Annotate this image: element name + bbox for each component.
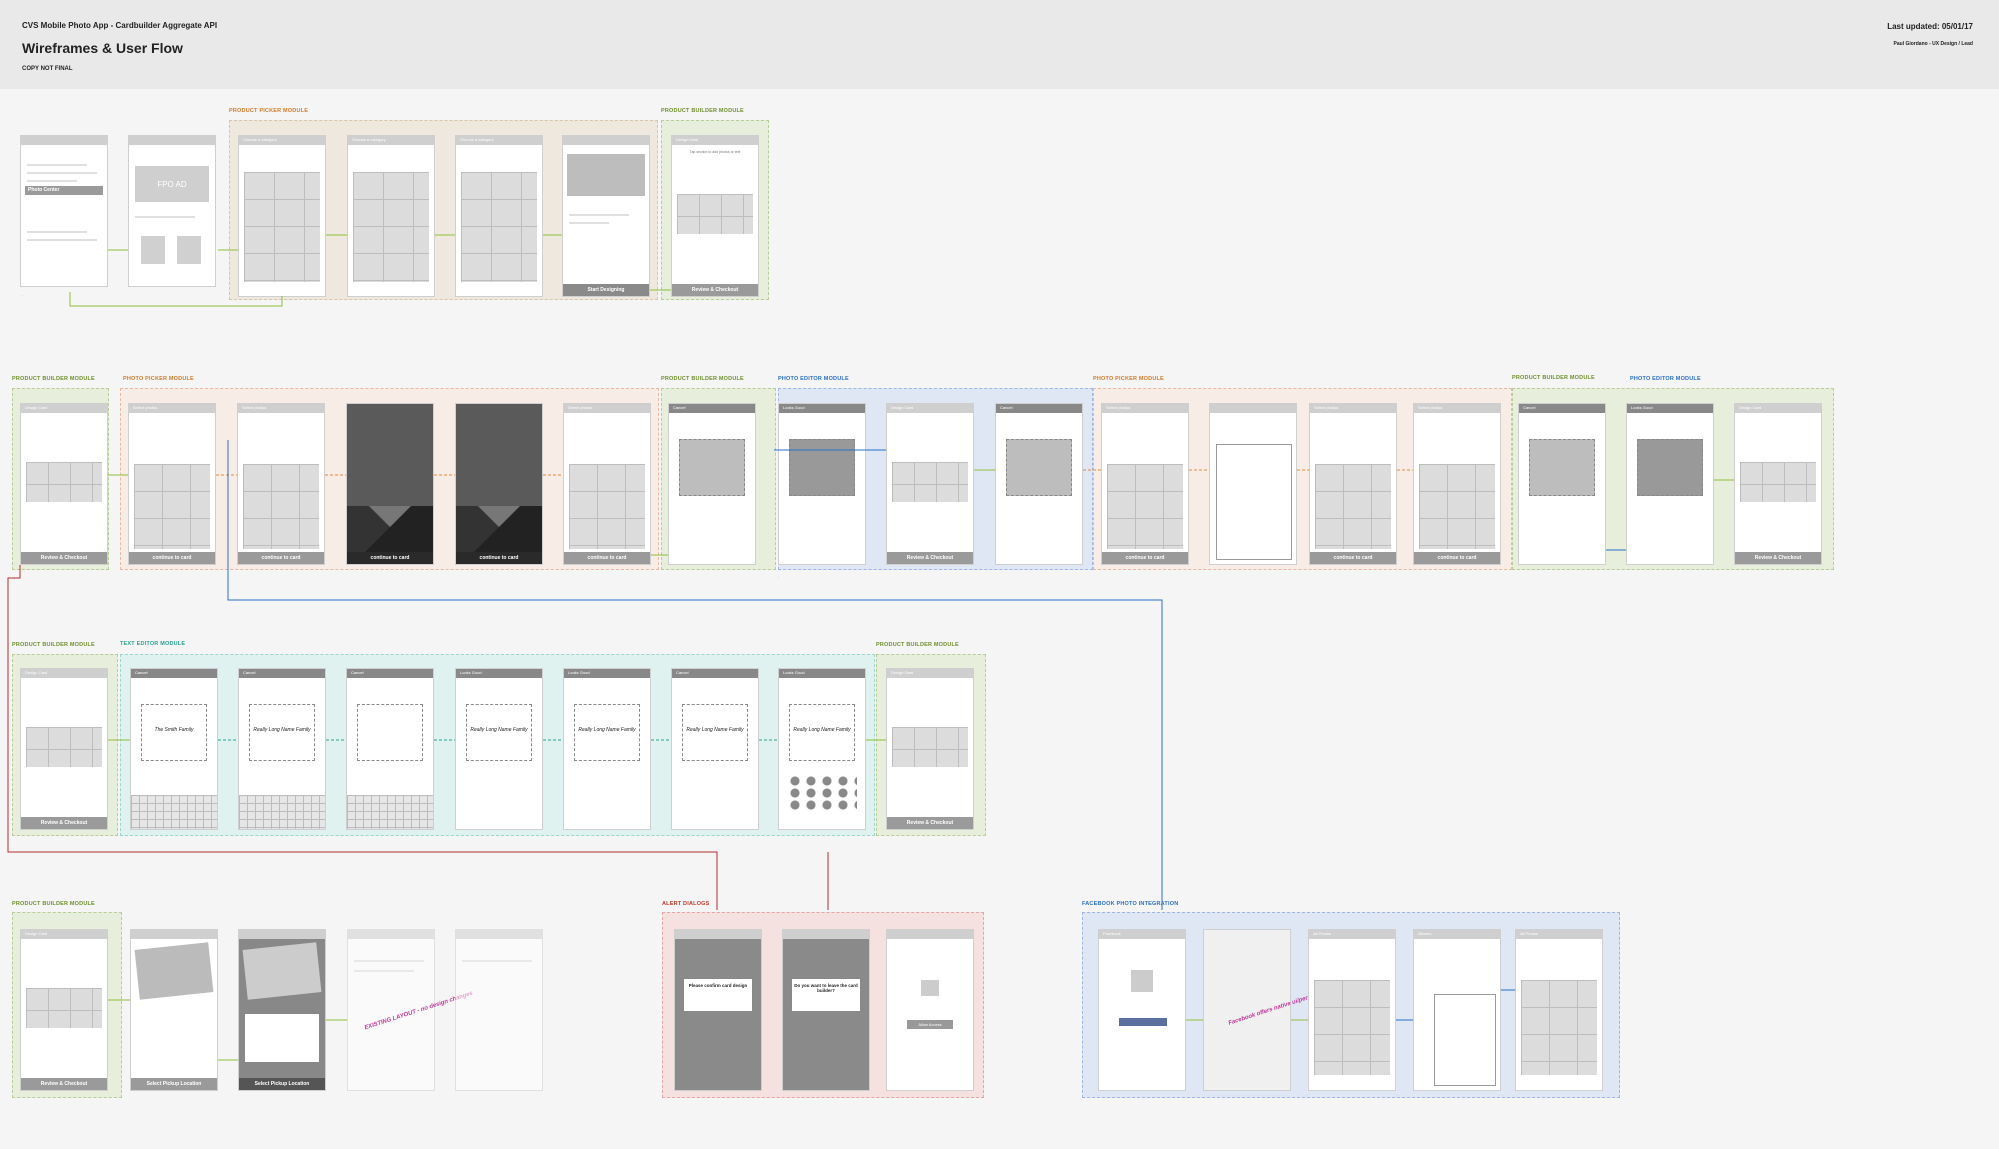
footnote-2: · (778, 576, 780, 580)
footnote-1: · (22, 294, 24, 298)
connector (227, 440, 1163, 910)
connector (7, 565, 718, 910)
connector (69, 292, 283, 307)
flow-connectors (7, 234, 1734, 1061)
